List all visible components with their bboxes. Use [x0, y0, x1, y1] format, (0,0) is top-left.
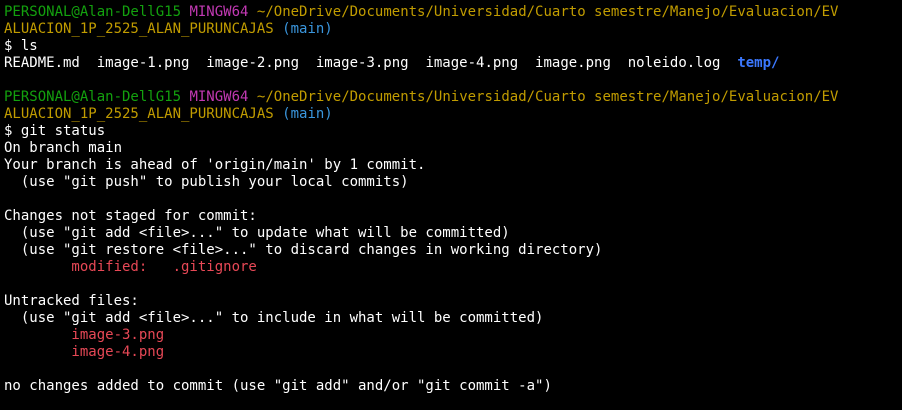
ls-output: README.md image-1.png image-2.png image-… — [4, 55, 902, 72]
prompt-path: ~/OneDrive/Documents/Universidad/Cuarto … — [256, 89, 839, 105]
status-not-staged-header: Changes not staged for commit: — [4, 208, 257, 224]
prompt-user-host: PERSONAL@Alan-DellG15 — [4, 89, 182, 105]
status-modified-file: modified: .gitignore — [4, 259, 257, 275]
prompt-branch: (main) — [282, 106, 333, 122]
status-untracked-hint: (use "git add <file>..." to include in w… — [4, 310, 544, 326]
prompt-path-continued: ALUACION_1P_2525_ALAN_PURUNCAJAS — [4, 106, 274, 122]
prompt-path-continued: ALUACION_1P_2525_ALAN_PURUNCAJAS — [4, 21, 274, 37]
prompt-user-host: PERSONAL@Alan-DellG15 — [4, 4, 182, 20]
file-entry: image-1.png — [96, 55, 190, 71]
command-line: $ git status — [4, 123, 106, 139]
prompt-path: ~/OneDrive/Documents/Universidad/Cuarto … — [256, 4, 839, 20]
directory-entry: temp/ — [737, 55, 780, 71]
status-add-hint: (use "git add <file>..." to update what … — [4, 225, 510, 241]
status-branch: On branch main — [4, 140, 123, 156]
status-restore-hint: (use "git restore <file>..." to discard … — [4, 242, 603, 258]
untracked-file: image-4.png — [4, 344, 165, 360]
status-untracked-header: Untracked files: — [4, 293, 139, 309]
prompt-shell: MINGW64 — [189, 4, 249, 20]
prompt-line: PERSONAL@Alan-DellG15 MINGW64 ~/OneDrive… — [4, 89, 902, 106]
prompt-line-continued: ALUACION_1P_2525_ALAN_PURUNCAJAS (main) — [4, 21, 902, 38]
file-entry: noleido.log — [627, 55, 721, 71]
prompt-line: PERSONAL@Alan-DellG15 MINGW64 ~/OneDrive… — [4, 4, 902, 21]
file-entry: image.png — [535, 55, 611, 71]
prompt-shell: MINGW64 — [189, 89, 249, 105]
file-entry: image-4.png — [425, 55, 519, 71]
status-summary: no changes added to commit (use "git add… — [4, 378, 552, 394]
prompt-line-continued: ALUACION_1P_2525_ALAN_PURUNCAJAS (main) — [4, 106, 902, 123]
file-entry: image-2.png — [206, 55, 300, 71]
terminal-window[interactable]: PERSONAL@Alan-DellG15 MINGW64 ~/OneDrive… — [0, 0, 902, 410]
untracked-file: image-3.png — [4, 327, 165, 343]
command-line: $ ls — [4, 38, 38, 54]
file-entry: image-3.png — [315, 55, 409, 71]
file-entry: README.md — [4, 55, 80, 71]
status-ahead: Your branch is ahead of 'origin/main' by… — [4, 157, 426, 173]
status-push-hint: (use "git push" to publish your local co… — [4, 174, 409, 190]
prompt-branch: (main) — [282, 21, 333, 37]
